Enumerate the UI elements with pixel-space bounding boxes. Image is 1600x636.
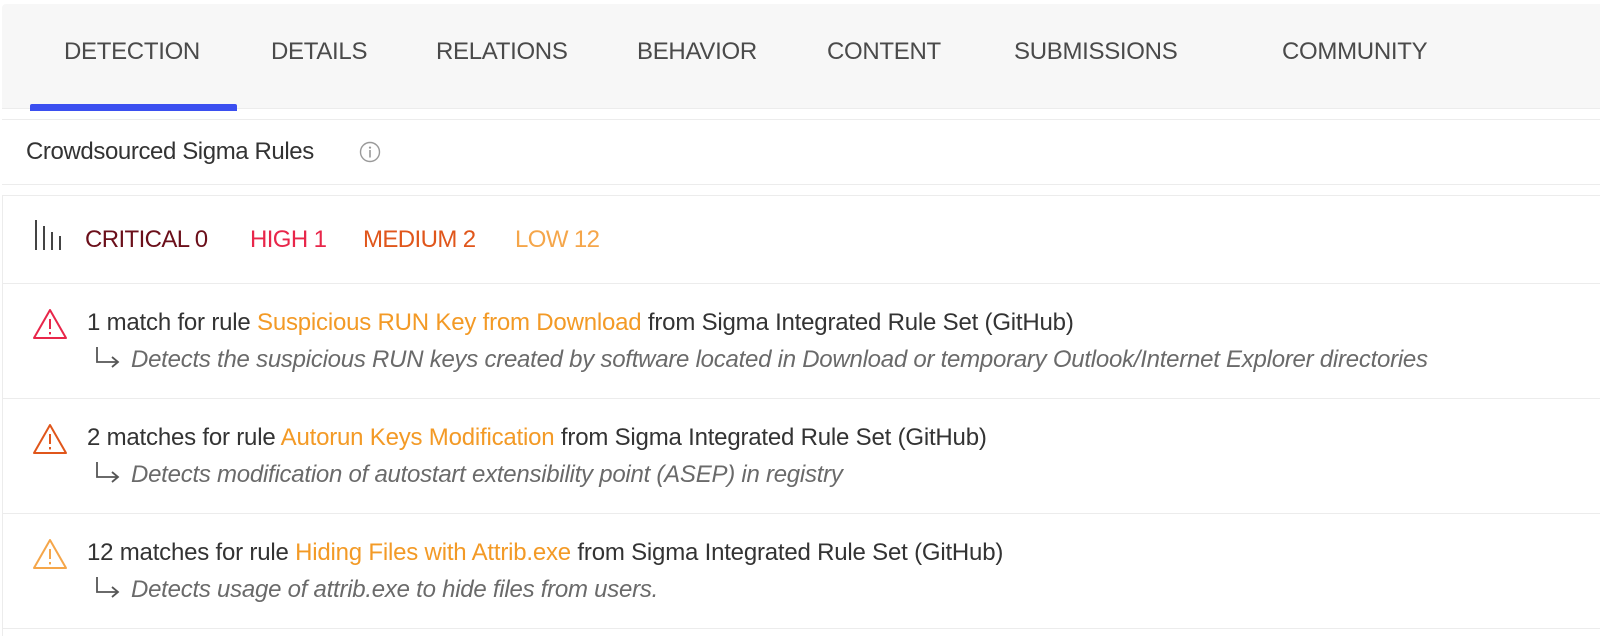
tab-content[interactable]: CONTENT (827, 38, 941, 66)
rule-description: Detects usage of attrib.exe to hide file… (93, 576, 658, 604)
subdirectory-arrow-icon (96, 577, 120, 598)
rule-description: Detects modification of autostart extens… (93, 461, 843, 489)
high-count[interactable]: HIGH 1 (250, 226, 327, 254)
section-title: Crowdsourced Sigma Rules (26, 138, 314, 165)
tab-submissions[interactable]: SUBMISSIONS (1014, 38, 1178, 66)
rule-row: 1 match for rule Suspicious RUN Key from… (3, 284, 1600, 399)
rule-name-link[interactable]: Hiding Files with Attrib.exe (295, 539, 571, 566)
tab-details[interactable]: DETAILS (271, 38, 367, 66)
rule-description-text: Detects usage of attrib.exe to hide file… (131, 576, 659, 603)
rule-match-count: 12 matches for rule (87, 539, 296, 566)
rule-summary: 12 matches for rule Hiding Files with At… (87, 539, 1003, 567)
rule-description: Detects the suspicious RUN keys created … (93, 346, 1428, 374)
rule-summary: 2 matches for rule Autorun Keys Modifica… (87, 424, 987, 452)
critical-count[interactable]: CRITICAL 0 (85, 226, 208, 254)
tab-detection[interactable]: DETECTION (64, 38, 200, 66)
rule-description-text: Detects the suspicious RUN keys created … (131, 346, 1428, 373)
rule-source: from Sigma Integrated Rule Set (GitHub) (570, 539, 1004, 566)
info-circle-icon[interactable] (359, 141, 381, 163)
medium-count[interactable]: MEDIUM 2 (363, 226, 476, 254)
active-tab-indicator (30, 104, 237, 111)
warning-icon (33, 539, 67, 569)
tab-behavior[interactable]: BEHAVIOR (637, 38, 757, 66)
rule-row: 2 matches for rule Autorun Keys Modifica… (3, 399, 1600, 514)
rule-match-count: 1 match for rule (87, 309, 258, 336)
rule-summary: 1 match for rule Suspicious RUN Key from… (87, 309, 1074, 337)
rule-description-text: Detects modification of autostart extens… (131, 461, 843, 488)
rule-source: from Sigma Integrated Rule Set (GitHub) (554, 424, 987, 451)
tab-community[interactable]: COMMUNITY (1282, 38, 1428, 66)
rule-source: from Sigma Integrated Rule Set (GitHub) (641, 309, 1074, 336)
subdirectory-arrow-icon (96, 347, 120, 368)
severity-summary: CRITICAL 0 HIGH 1 MEDIUM 2 LOW 12 (3, 196, 1600, 284)
rule-row: 12 matches for rule Hiding Files with At… (3, 514, 1600, 629)
rule-name-link[interactable]: Suspicious RUN Key from Download (257, 309, 642, 336)
low-count[interactable]: LOW 12 (515, 226, 600, 254)
rule-match-count: 2 matches for rule (87, 424, 281, 451)
tab-relations[interactable]: RELATIONS (436, 38, 568, 66)
section-header: Crowdsourced Sigma Rules (2, 119, 1600, 185)
severity-bars-icon (35, 220, 61, 250)
subdirectory-arrow-icon (96, 462, 120, 483)
rule-name-link[interactable]: Autorun Keys Modification (281, 424, 555, 451)
warning-icon (33, 309, 67, 339)
warning-icon (33, 424, 67, 454)
sigma-rules-panel: CRITICAL 0 HIGH 1 MEDIUM 2 LOW 12 1 matc… (2, 195, 1600, 636)
tab-bar: DETECTION DETAILS RELATIONS BEHAVIOR CON… (2, 4, 1600, 111)
